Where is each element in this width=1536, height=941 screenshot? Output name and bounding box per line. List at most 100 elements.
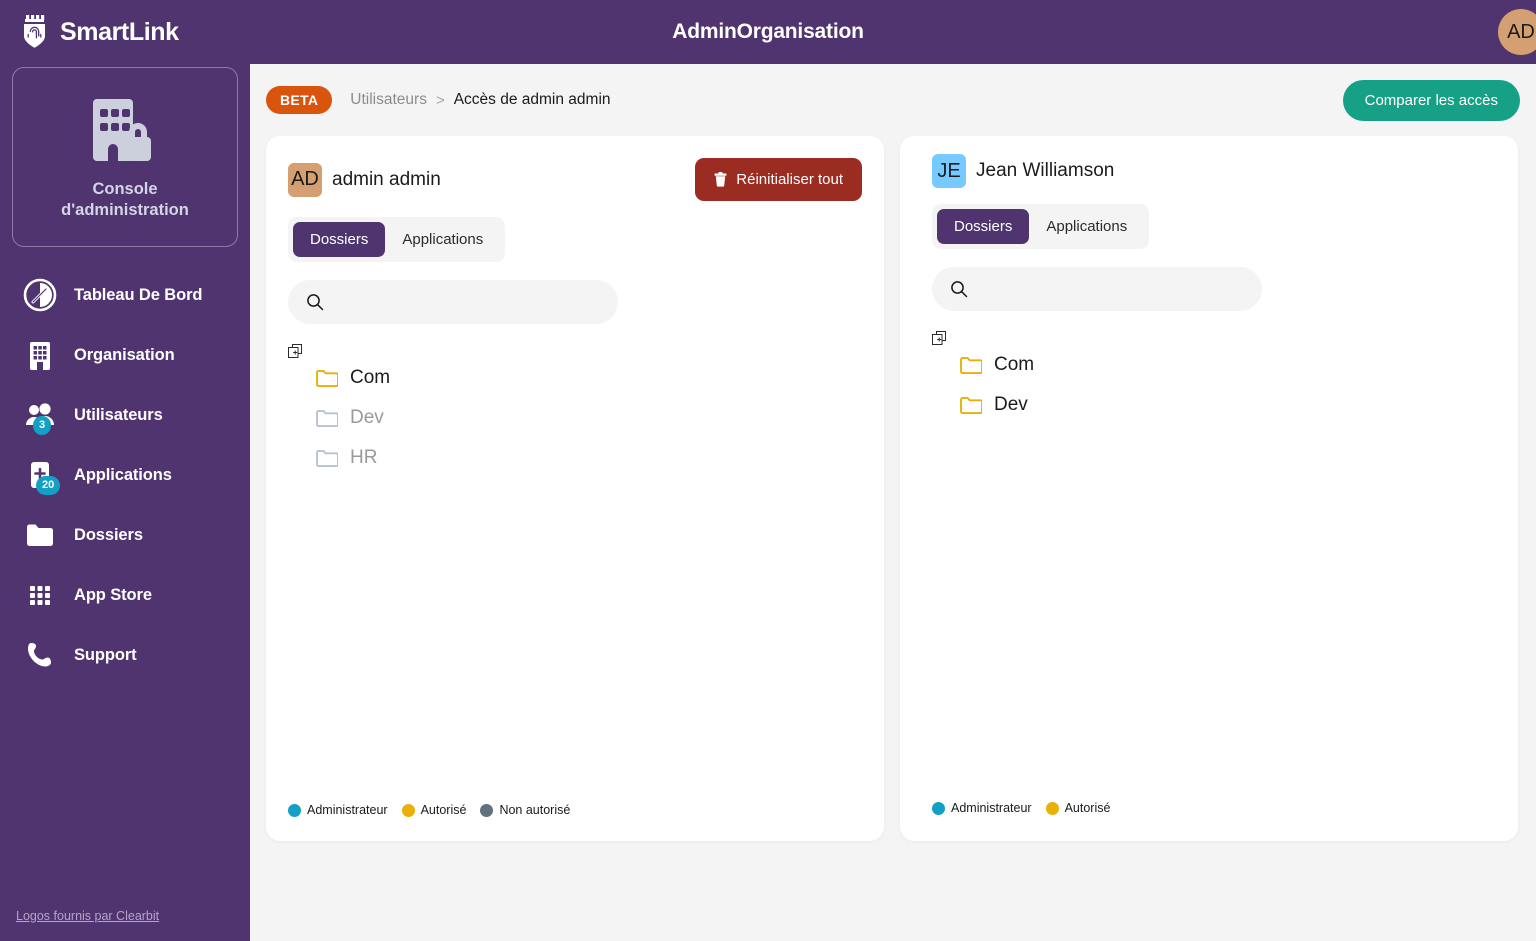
left-panel-header: AD admin admin Réinitialiser tout — [288, 158, 862, 201]
console-line2: d'administration — [61, 201, 189, 219]
right-legend: Administrateur Autorisé — [932, 801, 1110, 815]
avatar: JE — [932, 154, 966, 188]
top-bar: SmartLink AdminOrganisation AD — [0, 0, 1536, 64]
console-label: Console d'administration — [61, 179, 189, 220]
sidebar-badge: 3 — [33, 416, 52, 435]
chevron-right-icon: > — [435, 91, 445, 109]
legend-label: Non autorisé — [499, 803, 571, 817]
tree-item-com[interactable]: Com — [316, 358, 862, 398]
user-name: admin admin — [332, 168, 441, 190]
folder-icon — [960, 396, 983, 415]
search-input[interactable] — [336, 293, 600, 311]
legend-dot — [288, 803, 301, 817]
tree-item-label: Com — [350, 367, 391, 388]
reset-all-button[interactable]: Réinitialiser tout — [695, 158, 862, 201]
tree-item-label: HR — [350, 447, 378, 468]
legend-item-non-autorise: Non autorisé — [480, 803, 570, 817]
tree-item-label: Dev — [350, 407, 384, 428]
building-lock-icon — [77, 93, 173, 173]
search-icon — [306, 293, 324, 311]
app-plus-icon: 20 — [22, 457, 61, 495]
console-card[interactable]: Console d'administration — [12, 67, 238, 247]
page-title: AdminOrganisation — [672, 20, 864, 43]
legend-dot — [932, 801, 945, 815]
folder-icon — [22, 517, 58, 553]
sidebar-nav: Tableau De Bord Organisation 3 Utilisate… — [0, 265, 250, 685]
expand-all-icon[interactable] — [288, 344, 302, 358]
tab-dossiers[interactable]: Dossiers — [937, 209, 1030, 244]
left-legend: Administrateur Autorisé Non autorisé — [288, 803, 570, 817]
right-folder-tree: Com Dev — [932, 331, 1500, 425]
sidebar: Console d'administration Tableau De Bord — [0, 64, 250, 941]
sidebar-item-label: Utilisateurs — [74, 405, 163, 424]
footer-link-clearbit[interactable]: Logos fournis par Clearbit — [16, 909, 159, 923]
legend-item-autorise: Autorisé — [1045, 801, 1111, 815]
grid-icon — [22, 577, 58, 613]
user-name: Jean Williamson — [976, 160, 1115, 181]
right-tabs: Dossiers Applications — [932, 204, 1150, 249]
main-content: BETA Utilisateurs > Accès de admin admin… — [250, 64, 1536, 941]
phone-icon — [22, 637, 58, 673]
sidebar-item-dossiers[interactable]: Dossiers — [0, 505, 250, 565]
left-folder-tree: Com Dev HR — [288, 344, 862, 478]
legend-dot — [401, 803, 415, 817]
legend-dot — [1045, 801, 1059, 815]
legend-label: Autorisé — [1064, 801, 1111, 815]
tree-item-label: Dev — [994, 394, 1028, 415]
left-tabs: Dossiers Applications — [288, 217, 506, 262]
legend-dot — [480, 803, 494, 817]
sidebar-item-tableau-de-bord[interactable]: Tableau De Bord — [0, 265, 250, 325]
left-search-box[interactable] — [288, 280, 618, 324]
legend-label: Autorisé — [420, 803, 467, 817]
folder-icon — [316, 409, 339, 428]
sidebar-item-label: App Store — [74, 585, 152, 604]
gauge-icon — [22, 277, 58, 313]
breadcrumb-current: Accès de admin admin — [453, 91, 611, 108]
building-icon — [22, 337, 58, 373]
sidebar-item-label: Tableau De Bord — [74, 285, 203, 304]
sidebar-item-label: Support — [74, 645, 137, 664]
right-search-box[interactable] — [932, 267, 1262, 311]
expand-all-icon[interactable] — [932, 331, 946, 345]
beta-badge: BETA — [266, 86, 333, 114]
sidebar-item-applications[interactable]: 20 Applications — [0, 445, 250, 505]
sidebar-item-label: Applications — [74, 465, 172, 484]
legend-label: Administrateur — [307, 803, 388, 817]
panels-container: AD admin admin Réinitialiser tout Dossie… — [250, 136, 1536, 841]
legend-item-administrateur: Administrateur — [932, 801, 1032, 815]
sidebar-badge: 20 — [36, 476, 61, 495]
sidebar-item-label: Organisation — [74, 345, 175, 364]
sidebar-item-app-store[interactable]: App Store — [0, 565, 250, 625]
avatar[interactable]: AD — [1498, 9, 1536, 55]
tab-dossiers[interactable]: Dossiers — [293, 222, 386, 257]
sidebar-item-label: Dossiers — [74, 525, 143, 544]
legend-item-autorise: Autorisé — [401, 803, 467, 817]
tree-item-dev[interactable]: Dev — [960, 385, 1500, 425]
tree-item-hr[interactable]: HR — [316, 438, 862, 478]
tree-item-com[interactable]: Com — [960, 345, 1500, 385]
reset-all-label: Réinitialiser tout — [736, 171, 843, 188]
users-icon: 3 — [22, 397, 58, 435]
sidebar-item-organisation[interactable]: Organisation — [0, 325, 250, 385]
right-panel-header: JE Jean Williamson — [932, 154, 1500, 188]
legend-item-administrateur: Administrateur — [288, 803, 388, 817]
compare-access-button[interactable]: Comparer les accès — [1342, 79, 1520, 121]
tab-applications[interactable]: Applications — [1029, 209, 1144, 244]
folder-icon — [960, 356, 983, 375]
breadcrumb-parent-link[interactable]: Utilisateurs — [350, 91, 427, 109]
trash-icon — [714, 172, 727, 187]
search-icon — [950, 280, 968, 298]
breadcrumb: BETA Utilisateurs > Accès de admin admin… — [250, 64, 1536, 136]
search-input[interactable] — [980, 280, 1244, 298]
tree-item-dev[interactable]: Dev — [316, 398, 862, 438]
tree-item-label: Com — [994, 354, 1035, 375]
avatar: AD — [288, 162, 322, 197]
console-line1: Console — [92, 180, 158, 199]
sidebar-item-utilisateurs[interactable]: 3 Utilisateurs — [0, 385, 250, 445]
right-user-access-panel: JE Jean Williamson Dossiers Applications — [900, 136, 1518, 841]
folder-icon — [316, 369, 339, 388]
tab-applications[interactable]: Applications — [385, 222, 500, 257]
legend-label: Administrateur — [951, 801, 1032, 815]
left-user-access-panel: AD admin admin Réinitialiser tout Dossie… — [266, 136, 884, 841]
sidebar-item-support[interactable]: Support — [0, 625, 250, 685]
